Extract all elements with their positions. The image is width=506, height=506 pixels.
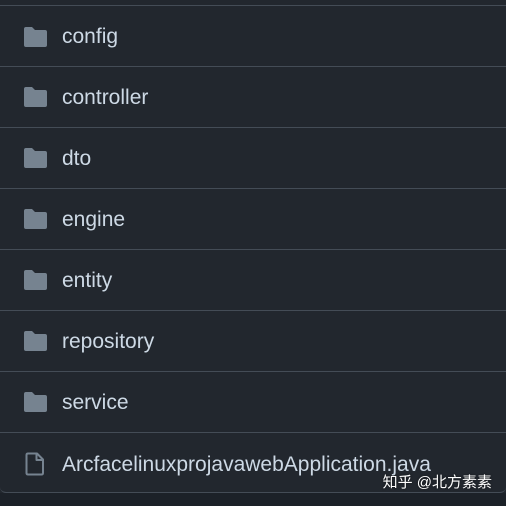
folder-icon (24, 148, 47, 168)
folder-icon (24, 27, 47, 47)
file-name[interactable]: dto (62, 147, 91, 171)
page-background (0, 493, 506, 506)
file-name[interactable]: ArcfacelinuxprojavawebApplication.java (62, 453, 431, 477)
watermark: 知乎 @北方素素 (382, 474, 492, 491)
folder-icon (24, 87, 47, 107)
file-name[interactable]: entity (62, 269, 112, 293)
folder-icon (24, 209, 47, 229)
file-list-panel: config controller dto engine entity repo… (0, 0, 506, 493)
file-name[interactable]: repository (62, 330, 154, 354)
file-row-config[interactable]: config (0, 6, 506, 67)
file-name[interactable]: controller (62, 86, 148, 110)
file-row-entity[interactable]: entity (0, 250, 506, 311)
file-row-service[interactable]: service (0, 372, 506, 433)
folder-icon (24, 270, 47, 290)
file-row-dto[interactable]: dto (0, 128, 506, 189)
file-name[interactable]: engine (62, 208, 125, 232)
folder-icon (24, 392, 47, 412)
file-name[interactable]: config (62, 25, 118, 49)
file-row-engine[interactable]: engine (0, 189, 506, 250)
file-name[interactable]: service (62, 391, 129, 415)
file-row-repository[interactable]: repository (0, 311, 506, 372)
folder-icon (24, 331, 47, 351)
file-icon (25, 452, 44, 476)
file-row-controller[interactable]: controller (0, 67, 506, 128)
